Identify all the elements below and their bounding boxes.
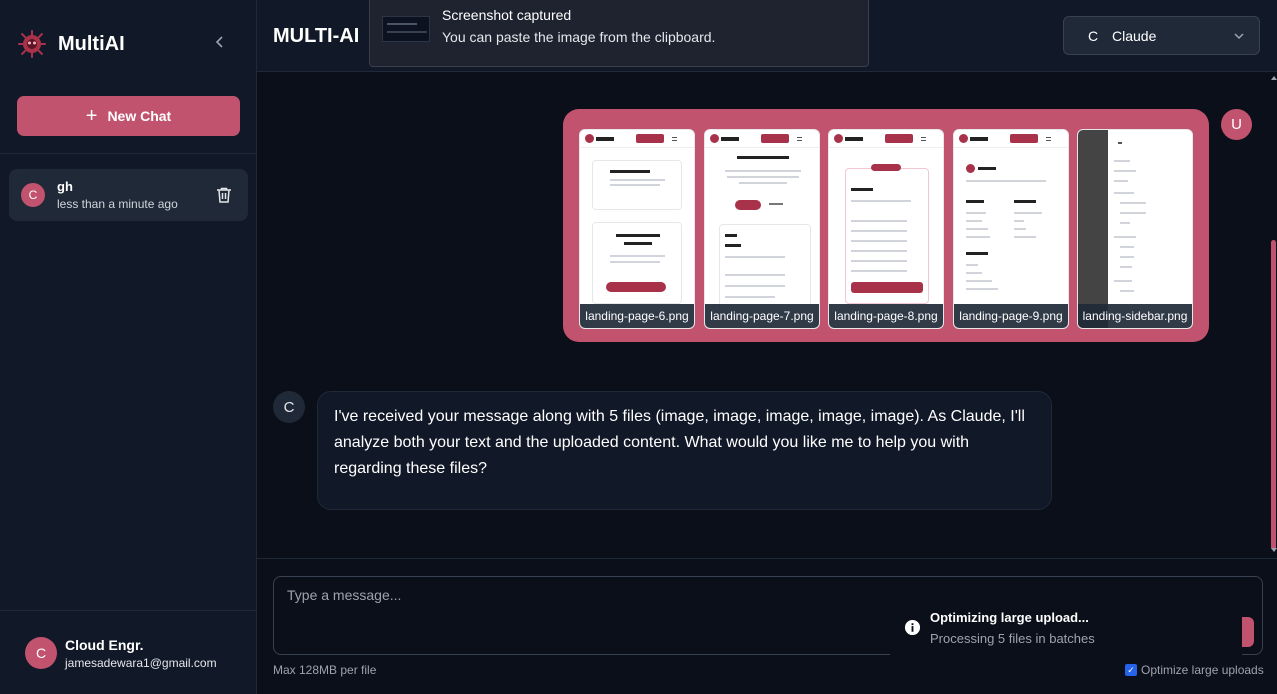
attachment-card[interactable]: landing-page-6.png [579, 129, 695, 329]
model-initial: C [1088, 28, 1099, 44]
optimize-uploads-label: Optimize large uploads [1141, 663, 1264, 677]
chevron-down-icon [1234, 33, 1244, 40]
chat-avatar: C [21, 183, 45, 207]
header: MULTI-AI Screenshot captured You can pas… [257, 0, 1277, 72]
attachment-filename: landing-page-8.png [829, 304, 943, 328]
scrollbar-thumb[interactable] [1271, 240, 1276, 550]
trash-icon[interactable] [215, 186, 233, 204]
user-email: jamesadewara1@gmail.com [65, 656, 217, 670]
brand-name: MultiAI [58, 32, 125, 55]
user-message-bubble: landing-page-6.png landing-page-7.png la… [563, 109, 1209, 342]
toast-title: Screenshot captured [442, 7, 572, 23]
brand[interactable]: MultiAI [16, 28, 125, 60]
upload-toast-title: Optimizing large upload... [930, 610, 1089, 625]
toast-message: You can paste the image from the clipboa… [442, 29, 716, 45]
chat-timestamp: less than a minute ago [57, 197, 178, 211]
attachment-filename: landing-page-6.png [580, 304, 694, 328]
user-message-avatar: U [1221, 109, 1252, 140]
sidebar-divider [0, 153, 256, 154]
sidebar-divider [0, 610, 256, 611]
brand-logo-icon [18, 30, 46, 58]
model-select[interactable]: C Claude [1063, 16, 1260, 55]
new-chat-label: New Chat [107, 108, 172, 124]
user-name: Cloud Engr. [65, 637, 144, 653]
page-title: MULTI-AI [273, 25, 360, 47]
file-size-limit: Max 128MB per file [273, 663, 377, 677]
assistant-message-bubble: I've received your message along with 5 … [317, 391, 1052, 510]
chevron-left-icon[interactable] [212, 34, 228, 50]
upload-toast: Optimizing large upload... Processing 5 … [890, 595, 1242, 661]
model-name: Claude [1112, 28, 1157, 44]
chat-title: gh [57, 179, 73, 194]
user-avatar[interactable]: C [25, 637, 57, 669]
attachment-card[interactable]: landing-page-7.png [704, 129, 820, 329]
scroll-up-icon[interactable] [1271, 76, 1277, 80]
optimize-uploads-toggle[interactable]: ✓ Optimize large uploads [1125, 663, 1264, 677]
assistant-avatar: C [273, 391, 305, 423]
attachment-card[interactable]: landing-page-9.png [953, 129, 1069, 329]
screenshot-thumbnail [382, 16, 430, 42]
checkbox-check-icon[interactable]: ✓ [1125, 664, 1137, 676]
info-icon [904, 619, 921, 636]
attachment-filename: landing-page-9.png [954, 304, 1068, 328]
new-chat-button[interactable]: + New Chat [17, 96, 240, 136]
plus-icon: + [85, 105, 98, 127]
assistant-message-text: I've received your message along with 5 … [334, 408, 1025, 477]
message-input-placeholder: Type a message... [287, 587, 402, 603]
attachment-filename: landing-sidebar.png [1078, 304, 1192, 328]
sidebar: MultiAI + New Chat C gh less than a minu… [0, 0, 257, 694]
attachment-card[interactable]: landing-sidebar.png [1077, 129, 1193, 329]
screenshot-toast[interactable]: Screenshot captured You can paste the im… [369, 0, 869, 67]
scroll-down-icon[interactable] [1271, 548, 1277, 552]
chat-list-item[interactable]: C gh less than a minute ago [9, 169, 248, 221]
attachment-card[interactable]: landing-page-8.png [828, 129, 944, 329]
upload-toast-message: Processing 5 files in batches [930, 631, 1095, 646]
attachment-filename: landing-page-7.png [705, 304, 819, 328]
